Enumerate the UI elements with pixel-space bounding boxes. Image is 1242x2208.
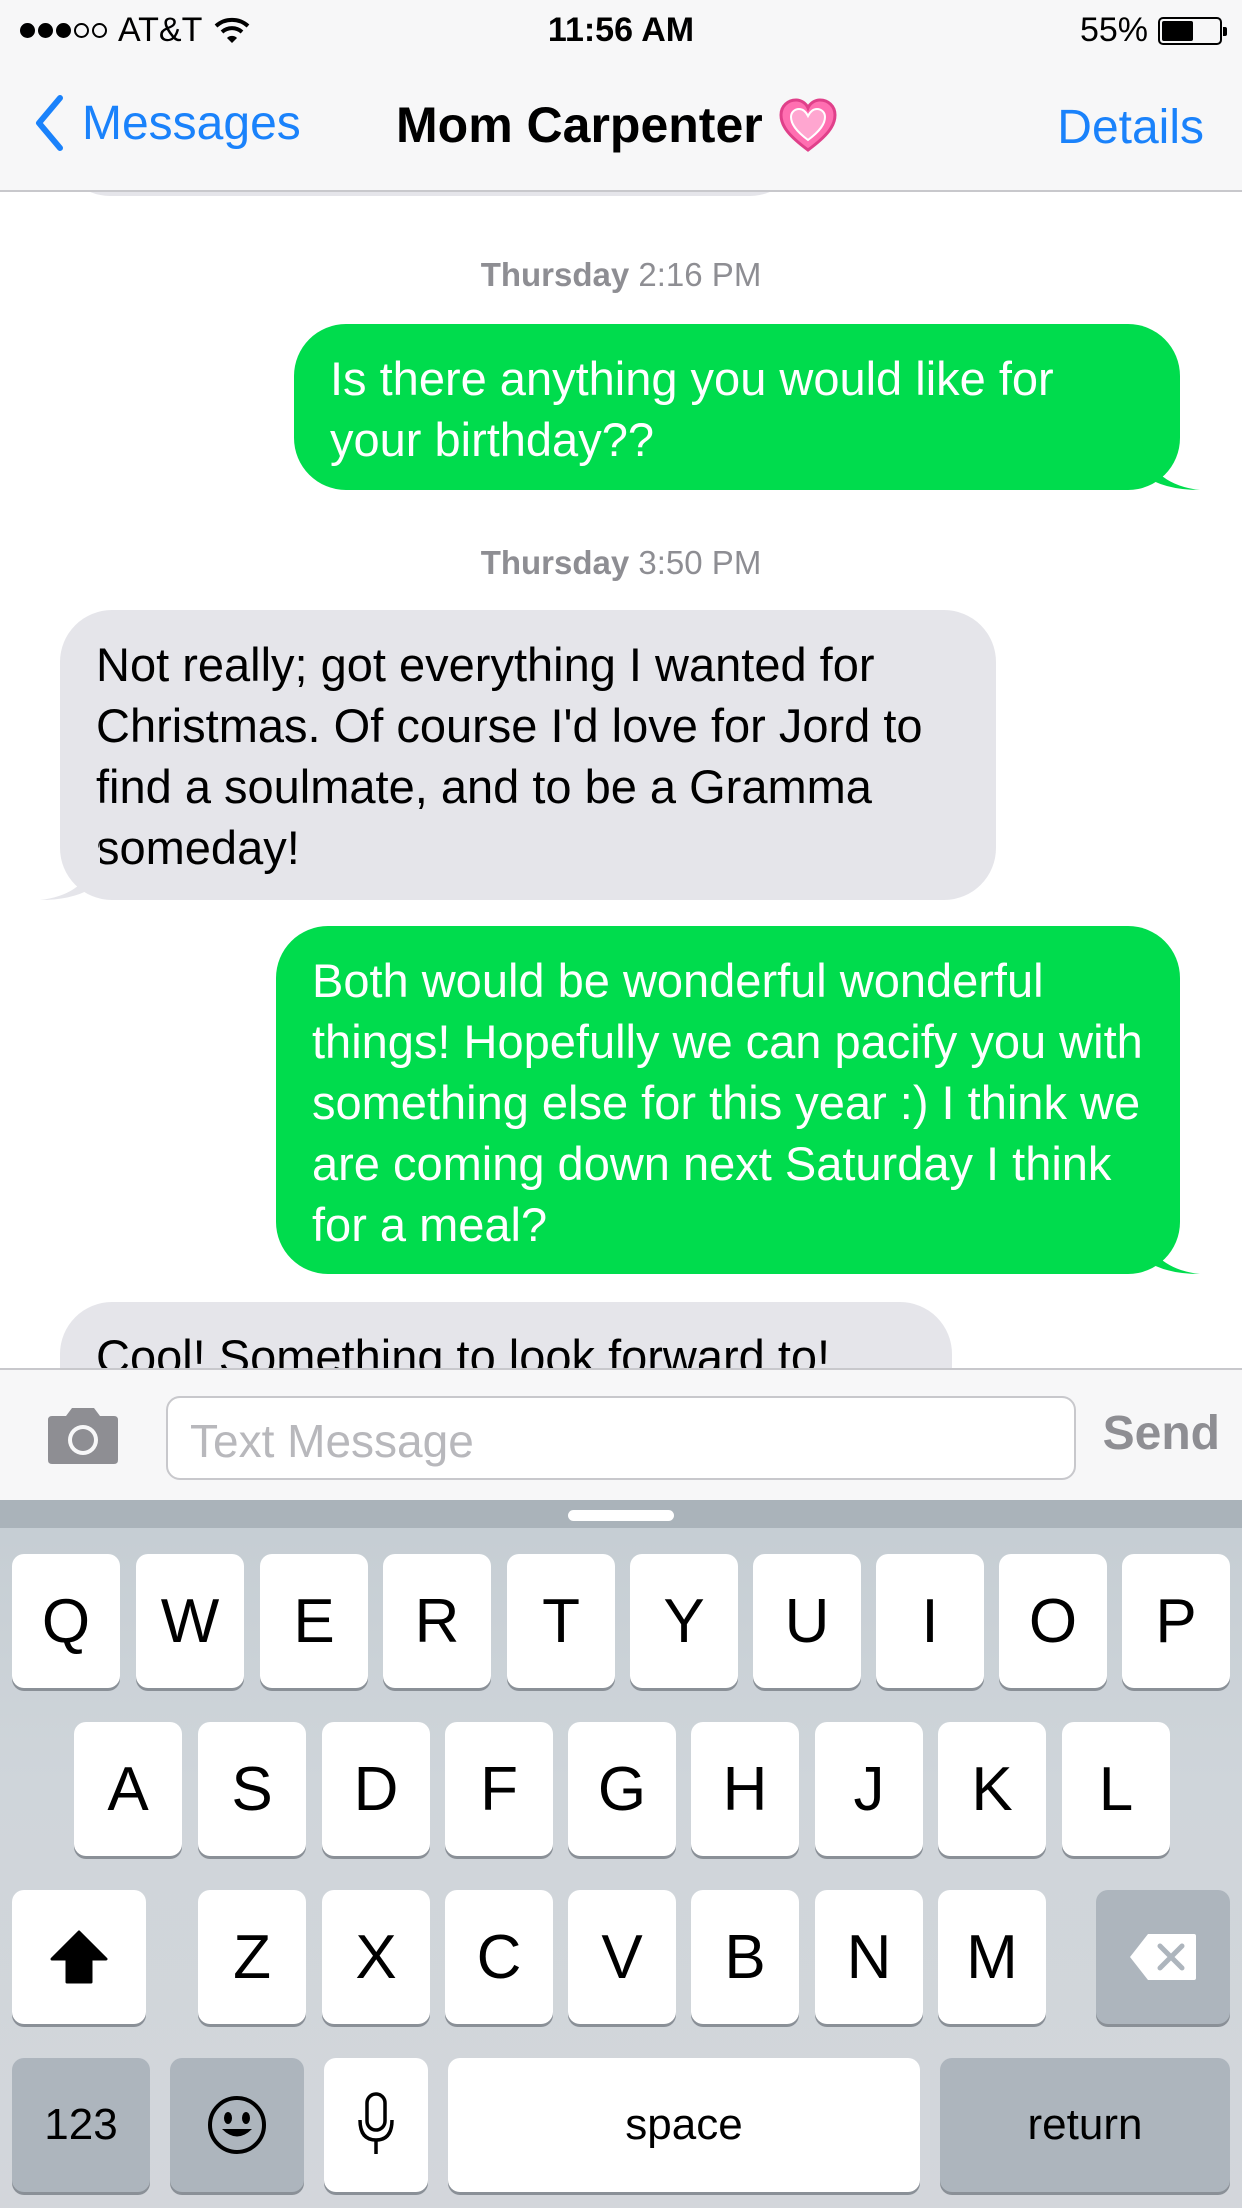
key-m[interactable]: M <box>938 1890 1046 2024</box>
status-bar: AT&T 11:56 AM 55% <box>0 0 1242 62</box>
key-t[interactable]: T <box>507 1554 615 1688</box>
key-x[interactable]: X <box>322 1890 430 2024</box>
delete-icon <box>1130 1934 1196 1980</box>
key-i[interactable]: I <box>876 1554 984 1688</box>
microphone-icon <box>358 2092 394 2154</box>
previous-message-bubble <box>60 192 800 196</box>
key-l[interactable]: L <box>1062 1722 1170 1856</box>
heart-icon <box>779 98 837 152</box>
return-key[interactable]: return <box>940 2058 1230 2192</box>
key-e[interactable]: E <box>260 1554 368 1688</box>
key-q[interactable]: Q <box>12 1554 120 1688</box>
key-b[interactable]: B <box>691 1890 799 2024</box>
timestamp-day: Thursday <box>480 544 630 581</box>
key-y[interactable]: Y <box>630 1554 738 1688</box>
contact-title[interactable]: Mom Carpenter <box>396 96 837 154</box>
numbers-key[interactable]: 123 <box>12 2058 150 2192</box>
key-n[interactable]: N <box>815 1890 923 2024</box>
key-d[interactable]: D <box>322 1722 430 1856</box>
message-text: Is there anything you would like for you… <box>330 352 1054 466</box>
message-input-bar: Text Message Send <box>0 1368 1242 1500</box>
bubble-tail <box>40 842 100 900</box>
battery-indicator: 55% <box>1079 11 1227 50</box>
key-z[interactable]: Z <box>198 1890 306 2024</box>
delete-key[interactable] <box>1096 1890 1230 2024</box>
back-button-label: Messages <box>82 96 301 150</box>
navigation-bar: Messages Mom Carpenter Details <box>0 86 1242 166</box>
key-u[interactable]: U <box>753 1554 861 1688</box>
message-text: Cool! Something to look forward to! <box>96 1330 831 1368</box>
text-message-placeholder: Text Message <box>190 1415 474 1467</box>
battery-percent: 55% <box>1079 11 1148 49</box>
key-g[interactable]: G <box>568 1722 676 1856</box>
key-c[interactable]: C <box>445 1890 553 2024</box>
emoji-icon <box>208 2096 266 2154</box>
top-bar: AT&T 11:56 AM 55% Messages Mom Carpenter <box>0 0 1242 192</box>
key-k[interactable]: K <box>938 1722 1046 1856</box>
key-v[interactable]: V <box>568 1890 676 2024</box>
text-message-field[interactable]: Text Message <box>166 1396 1076 1480</box>
conversation-view[interactable]: Thursday 2:16 PM Is there anything you w… <box>0 192 1242 1368</box>
received-message-bubble[interactable]: Not really; got everything I wanted for … <box>40 610 996 900</box>
bubble-tail <box>1140 1216 1200 1274</box>
keyboard: Q W E R T Y U I O P A S D F G H J K L Z … <box>0 1500 1242 2208</box>
bubble-tail <box>1140 432 1200 490</box>
key-p[interactable]: P <box>1122 1554 1230 1688</box>
key-f[interactable]: F <box>445 1722 553 1856</box>
back-button[interactable]: Messages <box>34 94 301 152</box>
key-a[interactable]: A <box>74 1722 182 1856</box>
timestamp-time: 3:50 PM <box>638 544 762 581</box>
keyboard-grabber[interactable] <box>568 1510 674 1521</box>
dictation-key[interactable] <box>324 2058 428 2192</box>
key-o[interactable]: O <box>999 1554 1107 1688</box>
message-timestamp: Thursday 2:16 PM <box>0 256 1242 294</box>
emoji-key[interactable] <box>170 2058 304 2192</box>
key-h[interactable]: H <box>691 1722 799 1856</box>
sent-message-bubble[interactable]: Is there anything you would like for you… <box>294 324 1200 490</box>
chevron-left-icon <box>36 95 63 151</box>
send-button[interactable]: Send <box>1103 1406 1220 1461</box>
timestamp-time: 2:16 PM <box>638 256 762 293</box>
message-text: Not really; got everything I wanted for … <box>96 638 923 874</box>
key-w[interactable]: W <box>136 1554 244 1688</box>
message-text: Both would be wonderful wonderful things… <box>312 954 1143 1251</box>
shift-key[interactable] <box>12 1890 146 2024</box>
camera-icon[interactable] <box>44 1406 122 1466</box>
battery-icon <box>1158 16 1227 45</box>
received-message-bubble[interactable]: Cool! Something to look forward to! <box>60 1302 952 1368</box>
timestamp-day: Thursday <box>480 256 630 293</box>
details-button[interactable]: Details <box>1057 100 1204 155</box>
sent-message-bubble[interactable]: Both would be wonderful wonderful things… <box>276 926 1200 1274</box>
contact-name: Mom Carpenter <box>396 97 763 153</box>
key-s[interactable]: S <box>198 1722 306 1856</box>
space-key[interactable]: space <box>448 2058 920 2192</box>
message-timestamp: Thursday 3:50 PM <box>0 544 1242 582</box>
shift-icon <box>50 1930 108 1984</box>
key-j[interactable]: J <box>815 1722 923 1856</box>
key-r[interactable]: R <box>383 1554 491 1688</box>
status-time: 11:56 AM <box>547 11 695 49</box>
